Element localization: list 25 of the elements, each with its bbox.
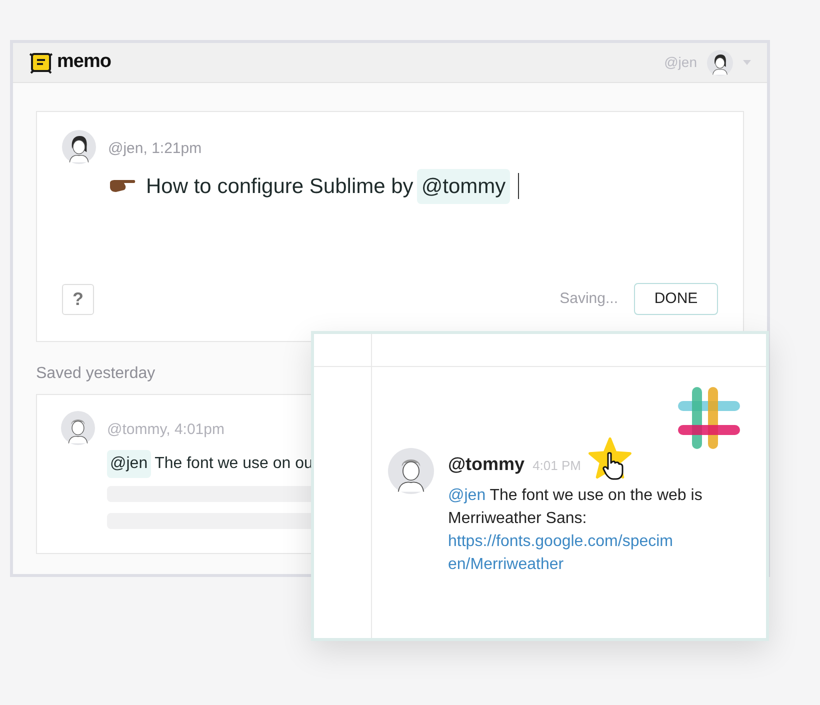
avatar — [707, 50, 733, 76]
username: @jen — [664, 53, 697, 72]
hand-cursor-icon — [602, 452, 624, 480]
help-button[interactable]: ? — [62, 284, 94, 314]
save-status: Saving... — [560, 288, 618, 309]
avatar — [61, 411, 95, 445]
avatar — [388, 448, 434, 494]
done-button[interactable]: DONE — [634, 283, 718, 315]
message-author[interactable]: @tommy — [448, 451, 525, 478]
pointing-hand-icon — [108, 178, 136, 194]
message-text: @jen The font we use on the web is Merriweather Sans: — [448, 486, 704, 529]
note-title[interactable]: How to configure Sublime by — [146, 170, 414, 202]
message-link[interactable]: https://fonts.google.com/specimen/Merriweather — [448, 530, 678, 576]
mention-link[interactable]: @jen — [448, 487, 486, 504]
logo-icon — [29, 52, 53, 74]
mention-tag: @tommy — [417, 168, 510, 204]
section-heading: Saved yesterday — [36, 364, 156, 384]
logo-text: memo — [57, 50, 112, 74]
slack-logo-icon — [676, 385, 742, 451]
text-caret — [518, 173, 519, 200]
avatar — [62, 130, 96, 164]
mention-tag: @jen — [107, 450, 151, 478]
message-time: 4:01 PM — [532, 457, 581, 475]
author-meta: @tommy, 4:01pm — [107, 420, 226, 440]
author-meta: @jen, 1:21pm — [108, 139, 203, 159]
